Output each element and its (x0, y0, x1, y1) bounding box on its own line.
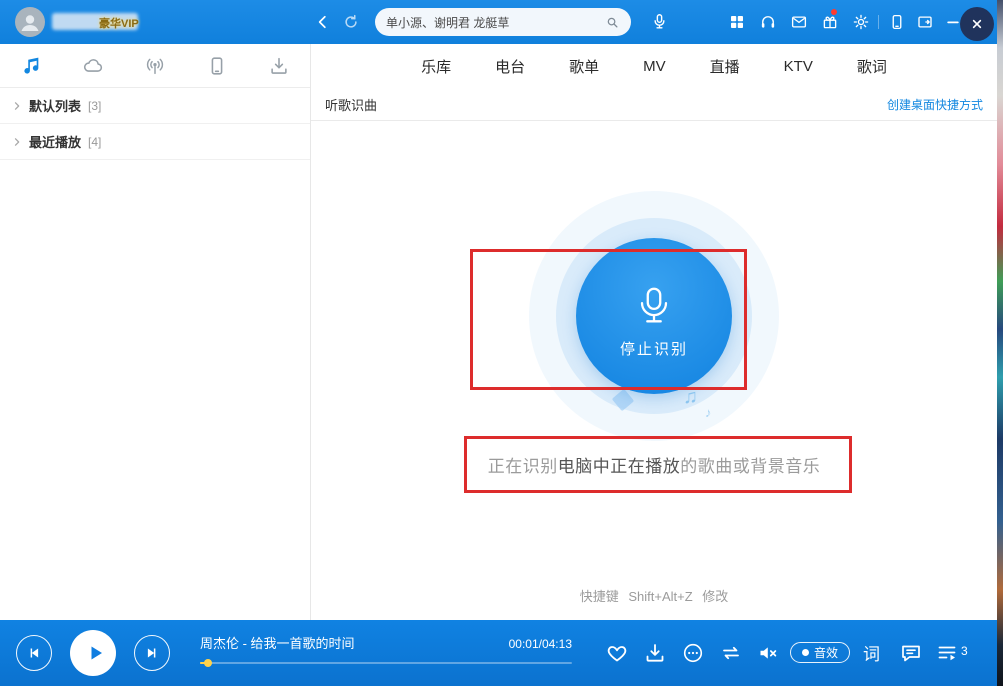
playlist-count: [3] (88, 99, 101, 113)
search-box[interactable] (375, 8, 631, 36)
cloud-icon[interactable] (82, 55, 104, 77)
mini-mode-icon[interactable] (916, 13, 934, 31)
device-phone-icon[interactable] (206, 55, 228, 77)
sound-effect-label: 音效 (814, 644, 838, 661)
track-time: 00:01/04:13 (509, 637, 572, 651)
status-prefix: 正在识别 (488, 457, 558, 476)
download-track-icon[interactable] (643, 641, 667, 665)
phone-link-icon[interactable] (888, 13, 906, 31)
vip-badge[interactable]: 豪华VIP (99, 15, 139, 31)
microphone-icon (631, 283, 677, 329)
hotkey-line: 快捷键 Shift+Alt+Z 修改 (311, 586, 997, 605)
chevron-right-icon (12, 137, 22, 147)
stop-recognition-button[interactable]: 停止识别 (576, 238, 732, 394)
hotkey-modify-link[interactable]: 修改 (702, 589, 728, 604)
tab-ktv[interactable]: KTV (784, 58, 813, 75)
playlist-count: [4] (88, 135, 101, 149)
page-title: 听歌识曲 (325, 95, 377, 114)
hotkey-label: 快捷键 (580, 589, 619, 604)
avatar[interactable] (15, 7, 45, 37)
play-mode-loop-icon[interactable] (719, 641, 743, 665)
refresh-icon[interactable] (342, 13, 360, 31)
notification-dot (831, 9, 837, 15)
play-icon (83, 641, 107, 665)
playlist-recent[interactable]: 最近播放 [4] (0, 124, 310, 160)
track-title: 周杰伦 - 给我一首歌的时间 (200, 633, 355, 652)
favorite-heart-icon[interactable] (605, 641, 629, 665)
next-button[interactable] (134, 635, 170, 671)
player-bar: 周杰伦 - 给我一首歌的时间 00:01/04:13 音效 词 3 (0, 620, 997, 686)
volume-mute-icon[interactable] (756, 641, 780, 665)
tab-mv[interactable]: MV (643, 58, 666, 75)
progress-bar[interactable] (200, 662, 572, 664)
page-header: 听歌识曲 创建桌面快捷方式 (311, 88, 997, 121)
previous-button[interactable] (16, 635, 52, 671)
tab-radio[interactable]: 电台 (495, 56, 525, 77)
comment-icon[interactable] (899, 641, 923, 665)
create-desktop-shortcut-link[interactable]: 创建桌面快捷方式 (887, 96, 983, 113)
play-queue-icon[interactable] (935, 641, 959, 665)
progress-handle[interactable] (204, 659, 212, 667)
music-note-decoration: ♫ (683, 386, 698, 409)
recognition-status-text: 正在识别电脑中正在播放的歌曲或背景音乐 (311, 452, 997, 477)
play-queue-count: 3 (961, 644, 968, 658)
app-window: 豪华VIP 默认列表 (0, 0, 1003, 686)
gift-icon[interactable] (821, 13, 839, 31)
status-emphasis: 电脑中正在播放 (558, 457, 681, 476)
back-icon[interactable] (314, 13, 332, 31)
music-note-decoration-small: ♪ (705, 405, 712, 420)
desktop-wallpaper-strip (997, 0, 1003, 686)
titlebar: 豪华VIP (0, 0, 997, 44)
sound-effect-dot-icon (802, 649, 809, 656)
playlist-label: 默认列表 (29, 96, 81, 115)
listen-recognize-icon[interactable] (650, 12, 669, 31)
headset-icon[interactable] (759, 13, 777, 31)
search-input[interactable] (386, 15, 597, 29)
tab-playlists[interactable]: 歌单 (569, 56, 599, 77)
playlist-label: 最近播放 (29, 132, 81, 151)
close-button[interactable] (960, 7, 994, 41)
titlebar-divider (878, 15, 879, 29)
sound-effect-toggle[interactable]: 音效 (790, 642, 850, 663)
hotkey-value: Shift+Alt+Z (628, 589, 692, 604)
close-icon (967, 14, 987, 34)
lyrics-toggle[interactable]: 词 (863, 640, 880, 665)
sidebar: 默认列表 [3] 最近播放 [4] (0, 44, 311, 620)
play-button[interactable] (70, 630, 116, 676)
user-icon (18, 10, 42, 34)
settings-gear-icon[interactable] (852, 13, 870, 31)
search-icon[interactable] (605, 15, 620, 30)
track-info: 周杰伦 - 给我一首歌的时间 00:01/04:13 (200, 633, 572, 652)
skip-previous-icon (25, 644, 43, 662)
status-suffix: 的歌曲或背景音乐 (680, 457, 820, 476)
sidebar-tabs (0, 44, 310, 88)
skip-next-icon (143, 644, 161, 662)
radio-broadcast-icon[interactable] (144, 55, 166, 77)
apps-grid-icon[interactable] (728, 13, 746, 31)
music-note-icon[interactable] (20, 55, 42, 77)
tab-music-library[interactable]: 乐库 (421, 56, 451, 77)
stop-recognition-label: 停止识别 (620, 338, 688, 359)
mail-icon[interactable] (790, 13, 808, 31)
chevron-right-icon (12, 101, 22, 111)
main-panel: 乐库 电台 歌单 MV 直播 KTV 歌词 听歌识曲 创建桌面快捷方式 停止识别… (311, 44, 997, 620)
download-icon[interactable] (268, 55, 290, 77)
tab-lyrics[interactable]: 歌词 (857, 56, 887, 77)
tab-live[interactable]: 直播 (710, 56, 740, 77)
playlist-default[interactable]: 默认列表 [3] (0, 88, 310, 124)
nav-tabs: 乐库 电台 歌单 MV 直播 KTV 歌词 (311, 44, 997, 88)
more-options-icon[interactable] (681, 641, 705, 665)
